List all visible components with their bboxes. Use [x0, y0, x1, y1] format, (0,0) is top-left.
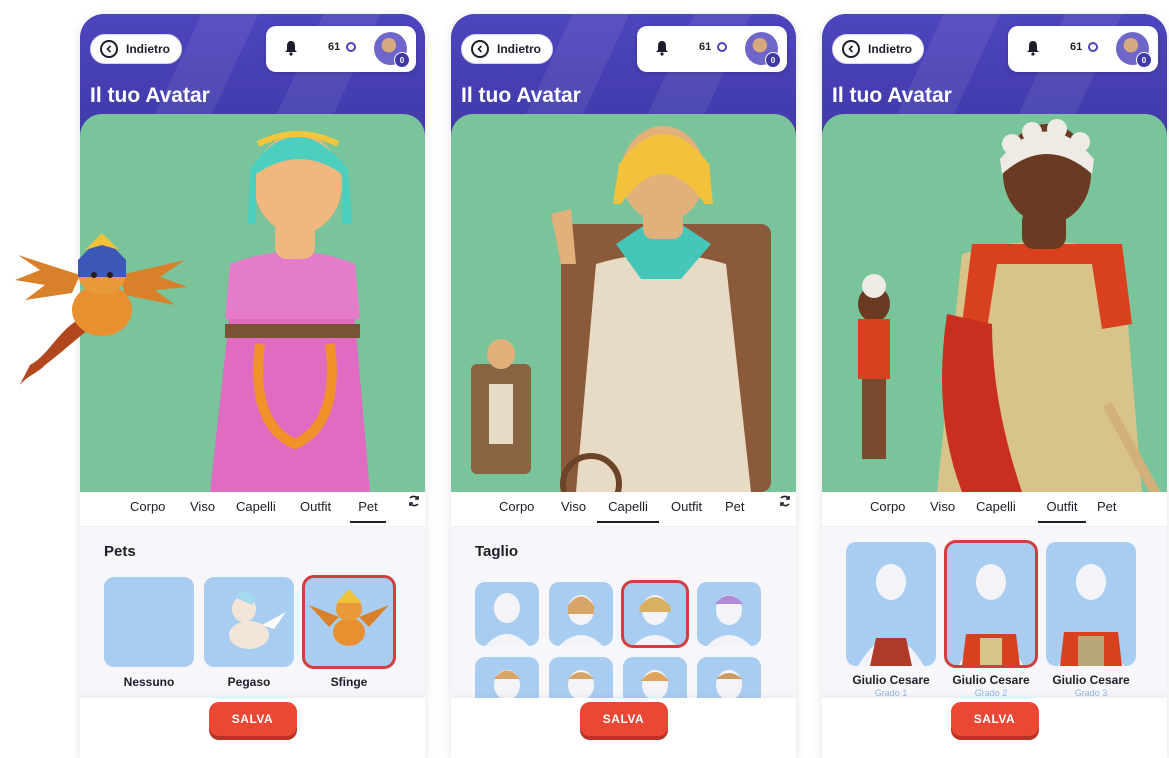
- back-label: Indietro: [126, 42, 170, 56]
- outfit-label: Giulio Cesare: [852, 673, 930, 687]
- save-button[interactable]: SALVA: [579, 702, 668, 736]
- outfit-card-grado-3[interactable]: [1046, 542, 1136, 666]
- back-label: Indietro: [497, 42, 541, 56]
- mannequin-armor-icon: [958, 564, 1024, 666]
- status-bar: 61 0: [1008, 26, 1158, 72]
- bell-icon[interactable]: [1026, 40, 1040, 56]
- outfit-card-grado-2[interactable]: [944, 540, 1038, 668]
- bell-icon[interactable]: [284, 40, 298, 56]
- avatar[interactable]: 0: [745, 32, 781, 68]
- back-button[interactable]: Indietro: [461, 34, 553, 64]
- tab-corpo[interactable]: Corpo: [870, 499, 905, 521]
- sphinx-pet-illustration: [15, 233, 188, 385]
- category-tabs: Corpo Viso Capelli Outfit Pet: [80, 492, 425, 527]
- refresh-icon[interactable]: [778, 494, 792, 508]
- footer: SALVA: [80, 698, 425, 758]
- sphinx-icon: [309, 589, 389, 646]
- mannequin-armor-full-icon: [1058, 564, 1124, 666]
- pet-card-none[interactable]: [104, 577, 194, 667]
- status-bar: 61 0: [637, 26, 787, 72]
- tab-pet[interactable]: Pet: [1097, 499, 1117, 521]
- outfit-label: Giulio Cesare: [952, 673, 1030, 687]
- pegasus-icon: [229, 591, 286, 649]
- hair-band-icon: [707, 595, 751, 646]
- outfit-grade: Grado 2: [974, 688, 1008, 698]
- mannequin-icon: [485, 593, 529, 646]
- avatar-preview: [822, 114, 1167, 492]
- status-bar: 61 0: [266, 26, 416, 72]
- refresh-icon[interactable]: [407, 494, 421, 508]
- tab-viso[interactable]: Viso: [561, 499, 586, 521]
- page-title: Il tuo Avatar: [90, 84, 210, 107]
- pet-card-sfinge[interactable]: [302, 575, 396, 669]
- back-button[interactable]: Indietro: [832, 34, 924, 64]
- pet-label: Nessuno: [123, 675, 175, 689]
- tab-capelli[interactable]: Capelli: [236, 499, 276, 521]
- bell-icon[interactable]: [655, 40, 669, 56]
- chevron-left-icon: [100, 40, 118, 58]
- phone-screen-hair: Indietro 61 0 Il tuo Avatar Corpo Viso C…: [451, 14, 796, 758]
- avatar-badge: 0: [1136, 52, 1152, 68]
- tab-outfit[interactable]: Outfit: [1038, 499, 1086, 523]
- hair-option-selected[interactable]: [621, 580, 689, 648]
- tab-pet[interactable]: Pet: [725, 499, 745, 521]
- avatar-badge: 0: [394, 52, 410, 68]
- pet-card-pegaso[interactable]: [204, 577, 294, 667]
- tab-pet[interactable]: Pet: [350, 499, 386, 523]
- save-button[interactable]: SALVA: [208, 702, 297, 736]
- section-title: Taglio: [475, 543, 519, 560]
- tab-capelli[interactable]: Capelli: [976, 499, 1016, 521]
- tab-viso[interactable]: Viso: [190, 499, 215, 521]
- pet-label: Sfinge: [330, 675, 368, 689]
- tab-capelli[interactable]: Capelli: [597, 499, 659, 523]
- avatar-figure-caesar: [858, 119, 1161, 492]
- avatar-badge: 0: [765, 52, 781, 68]
- tab-viso[interactable]: Viso: [930, 499, 955, 521]
- back-label: Indietro: [868, 42, 912, 56]
- pet-label: Pegaso: [227, 675, 271, 689]
- pets-panel: Pets Nessuno Pegaso Sfinge: [80, 527, 425, 698]
- outfit-grade: Grado 1: [874, 688, 908, 698]
- avatar[interactable]: 0: [1116, 32, 1152, 68]
- outfit-grade: Grado 3: [1074, 688, 1108, 698]
- outfit-card-grado-1[interactable]: [846, 542, 936, 666]
- hair-bun-icon: [559, 595, 603, 646]
- coin-icon: [717, 42, 727, 52]
- coin-count: 61: [699, 41, 712, 53]
- outfit-label: Giulio Cesare: [1052, 673, 1130, 687]
- tab-corpo[interactable]: Corpo: [130, 499, 165, 521]
- back-button[interactable]: Indietro: [90, 34, 182, 64]
- chevron-left-icon: [471, 40, 489, 58]
- hair-panel: Taglio: [451, 527, 796, 721]
- coin-icon: [346, 42, 356, 52]
- hair-option[interactable]: [697, 582, 761, 646]
- tab-corpo[interactable]: Corpo: [499, 499, 534, 521]
- mannequin-tunic-icon: [858, 564, 924, 666]
- coin-icon: [1088, 42, 1098, 52]
- phone-screen-pets: Indietro 61 0 Il tuo Avatar Corpo Viso C…: [80, 14, 425, 758]
- category-tabs: Corpo Viso Capelli Outfit Pet: [451, 492, 796, 527]
- chevron-left-icon: [842, 40, 860, 58]
- footer: SALVA: [822, 698, 1167, 758]
- coin-count: 61: [1070, 41, 1083, 53]
- coin-count: 61: [328, 41, 341, 53]
- hair-option[interactable]: [475, 582, 539, 646]
- avatar-preview: [451, 114, 796, 492]
- section-title: Pets: [104, 543, 136, 560]
- avatar[interactable]: 0: [374, 32, 410, 68]
- page-title: Il tuo Avatar: [832, 84, 952, 107]
- phone-screen-outfit: Indietro 61 0 Il tuo Avatar Corpo Viso C…: [822, 14, 1167, 758]
- save-button[interactable]: SALVA: [950, 702, 1039, 736]
- tab-outfit[interactable]: Outfit: [671, 499, 702, 521]
- hair-laurel-icon: [633, 595, 677, 646]
- category-tabs: Corpo Viso Capelli Outfit Pet: [822, 492, 1167, 527]
- footer: SALVA: [451, 698, 796, 758]
- tab-outfit[interactable]: Outfit: [300, 499, 331, 521]
- outfit-panel: Giulio Cesare Grado 1 Giulio Cesare Grad…: [822, 527, 1167, 698]
- page-title: Il tuo Avatar: [461, 84, 581, 107]
- avatar-figure-wheelchair: [471, 126, 771, 492]
- hair-option[interactable]: [549, 582, 613, 646]
